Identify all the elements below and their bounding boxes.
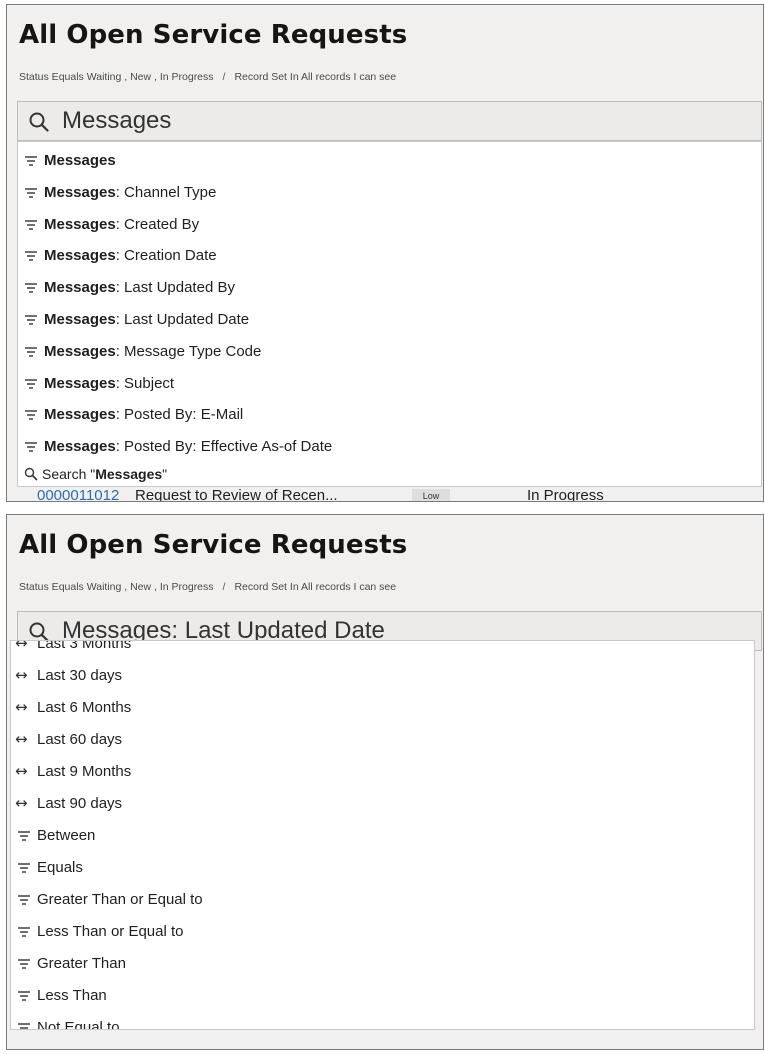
operator-label: Last 30 days <box>37 667 123 684</box>
range-arrow-icon: ↔ <box>15 794 28 812</box>
operator-option[interactable]: ↔ Last 3 Months <box>11 640 754 659</box>
request-id-link[interactable]: 0000011012 <box>37 487 119 501</box>
filter-icon <box>24 281 38 295</box>
suggestion-dropdown: Messages Messages: Channel Type Messages: … <box>17 141 762 487</box>
filter-icon <box>24 313 38 327</box>
operator-option[interactable]: ↔ Last 30 days <box>11 661 754 691</box>
filter-icon <box>17 1021 31 1029</box>
suggestion-label: Messages: Posted By: E-Mail <box>44 406 244 424</box>
operator-label: Equals <box>37 859 83 876</box>
filter-icon <box>24 218 38 232</box>
range-arrow-icon: ↔ <box>15 640 28 652</box>
operator-label: Last 3 Months <box>37 640 132 652</box>
page-title: All Open Service Requests <box>19 20 408 50</box>
breadcrumb-separator: / <box>222 581 226 593</box>
suggestion-label: Messages: Channel Type <box>44 183 217 201</box>
filter-icon <box>24 408 38 422</box>
filter-icon <box>17 893 31 907</box>
range-arrow-icon: ↔ <box>15 698 28 716</box>
suggestion-item[interactable]: Messages: Posted By: E-Mail <box>18 400 761 430</box>
suggestion-label: Messages: Posted By: Effective As-of Dat… <box>44 438 333 456</box>
page-title: All Open Service Requests <box>19 530 408 560</box>
suggestion-item[interactable]: Messages: Channel Type <box>18 178 761 208</box>
search-term-label: Search "Messages" <box>42 466 168 482</box>
operator-label: Greater Than <box>37 955 126 972</box>
breadcrumb-status-filter[interactable]: Status Equals Waiting , New , In Progres… <box>19 581 214 593</box>
suggestion-label: Messages: Created By <box>44 215 200 233</box>
breadcrumb-record-set[interactable]: Record Set In All records I can see <box>234 581 396 593</box>
operator-option[interactable]: Equals <box>11 853 754 883</box>
operator-label: Between <box>37 827 96 844</box>
suggestion-item[interactable]: Messages: Last Updated By <box>18 273 761 303</box>
operator-option[interactable]: Less Than or Equal to <box>11 917 754 947</box>
search-icon <box>24 467 38 481</box>
suggestion-item[interactable]: Messages: Last Updated Date <box>18 305 761 335</box>
suggestion-label: Messages: Message Type Code <box>44 342 262 360</box>
suggestion-item[interactable]: Messages: Creation Date <box>18 241 761 271</box>
filter-breadcrumb: Status Equals Waiting , New , In Progres… <box>19 71 396 83</box>
filter-icon <box>24 377 38 391</box>
operator-option[interactable]: ↔ Last 6 Months <box>11 693 754 723</box>
filter-icon <box>17 925 31 939</box>
filter-icon <box>17 989 31 1003</box>
range-arrow-icon: ↔ <box>15 762 28 780</box>
operator-option[interactable]: Less Than <box>11 981 754 1011</box>
filter-icon <box>24 249 38 263</box>
breadcrumb-status-filter[interactable]: Status Equals Waiting , New , In Progres… <box>19 71 214 83</box>
filter-icon <box>17 829 31 843</box>
breadcrumb-record-set[interactable]: Record Set In All records I can see <box>234 71 396 83</box>
filter-icon <box>17 861 31 875</box>
priority-badge: Low <box>412 489 450 501</box>
operator-label: Less Than or Equal to <box>37 923 184 940</box>
filter-icon <box>17 957 31 971</box>
search-term-option[interactable]: Search "Messages" <box>18 458 761 486</box>
operator-label: Last 90 days <box>37 795 123 812</box>
operator-option[interactable]: ↔ Last 90 days <box>11 789 754 819</box>
range-arrow-icon: ↔ <box>15 730 28 748</box>
operator-option[interactable]: Between <box>11 821 754 851</box>
operator-label: Not Equal to <box>37 1019 120 1030</box>
suggestion-item[interactable]: Messages: Subject <box>18 369 761 399</box>
filter-icon <box>24 154 38 168</box>
suggestion-label: Messages: Subject <box>44 374 175 392</box>
operator-label: Last 9 Months <box>37 763 132 780</box>
table-row[interactable]: 0000011012 Request to Review of Recen...… <box>7 487 763 502</box>
filter-icon <box>24 186 38 200</box>
filter-breadcrumb: Status Equals Waiting , New , In Progres… <box>19 581 396 593</box>
request-status: In Progress <box>527 487 604 502</box>
breadcrumb-separator: / <box>222 71 226 83</box>
filter-icon <box>24 440 38 454</box>
search-input[interactable] <box>62 107 742 135</box>
operator-dropdown: ↔ Last 3 Months ↔ Last 30 days ↔ Last 6 Month… <box>10 640 755 1030</box>
operator-label: Less Than <box>37 987 107 1004</box>
suggestion-label: Messages: Last Updated Date <box>44 311 250 328</box>
operator-option[interactable]: Greater Than or Equal to <box>11 885 754 915</box>
suggestion-item[interactable]: Messages: Created By <box>18 210 761 240</box>
suggestion-label: Messages: Last Updated By <box>44 279 235 297</box>
operator-label: Greater Than or Equal to <box>37 891 203 908</box>
suggestion-item[interactable]: Messages: Message Type Code <box>18 337 761 367</box>
suggestion-label: Messages: Creation Date <box>44 247 217 265</box>
filter-icon <box>24 345 38 359</box>
search-bar[interactable] <box>17 101 762 141</box>
operator-option[interactable]: ↔ Last 60 days <box>11 725 754 755</box>
operator-option[interactable]: Not Equal to <box>11 1013 754 1030</box>
suggestion-item[interactable]: Messages <box>18 146 761 176</box>
operator-label: Last 60 days <box>37 731 123 748</box>
operator-option[interactable]: Greater Than <box>11 949 754 979</box>
range-arrow-icon: ↔ <box>15 666 28 684</box>
suggestion-label: Messages <box>44 152 116 169</box>
request-title: Request to Review of Recen... <box>135 487 338 502</box>
panel-messages-suggestions: All Open Service Requests Status Equals … <box>6 4 764 502</box>
operator-option[interactable]: ↔ Last 9 Months <box>11 757 754 787</box>
search-icon <box>29 112 49 132</box>
operator-label: Last 6 Months <box>37 699 132 716</box>
